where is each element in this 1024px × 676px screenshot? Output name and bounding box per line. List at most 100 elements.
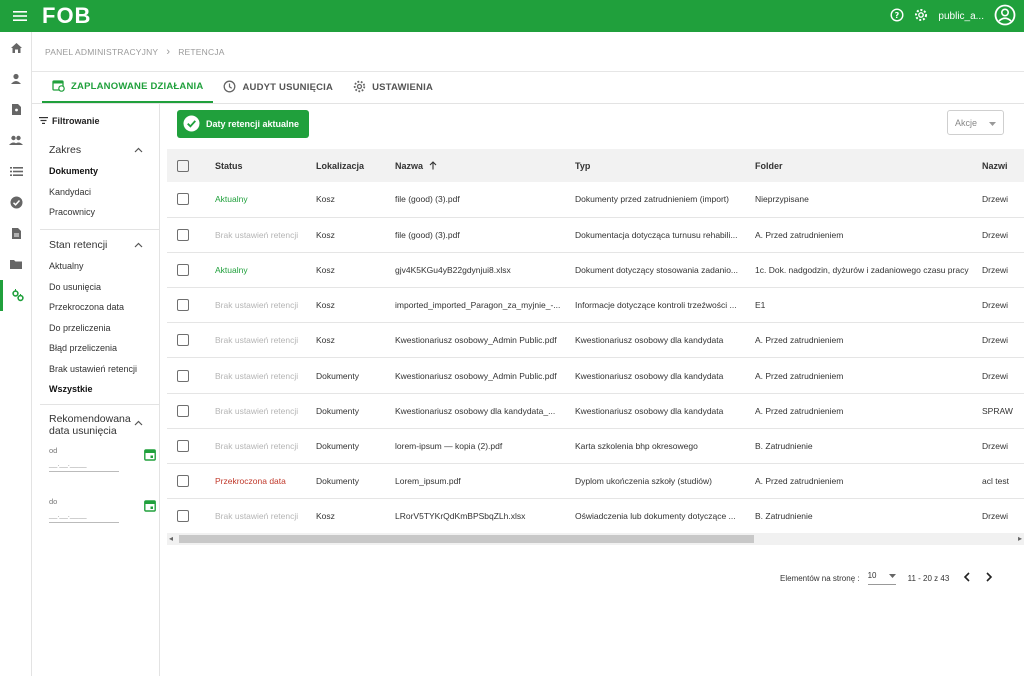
chevron-up-icon[interactable] (134, 144, 143, 156)
admin-settings-icon[interactable] (0, 280, 32, 311)
filter-scope-employees[interactable]: Pracownicy (32, 202, 159, 223)
row-checkbox-cell[interactable] (167, 217, 215, 252)
row-checkbox[interactable] (177, 475, 189, 488)
date-from-input[interactable]: __.__.____ (49, 459, 119, 472)
row-checkbox[interactable] (177, 369, 189, 382)
column-header-status[interactable]: Status (215, 149, 316, 182)
menu-icon[interactable] (0, 0, 40, 32)
filter-section-header[interactable]: Zakres (32, 139, 159, 161)
date-to-field[interactable]: do __.__.____ (49, 497, 156, 523)
column-header-surname[interactable]: Nazwi (982, 149, 1024, 182)
row-checkbox[interactable] (177, 193, 189, 206)
folder-icon[interactable] (0, 249, 32, 280)
date-from-field[interactable]: od __.__.____ (49, 446, 156, 472)
cell-status: Aktualny (215, 264, 248, 275)
row-checkbox-cell[interactable] (167, 464, 215, 499)
people-icon[interactable] (0, 125, 32, 156)
previous-page-icon[interactable] (963, 572, 971, 584)
row-checkbox[interactable] (177, 228, 189, 241)
table-row[interactable]: Brak ustawień retencji Kosz imported_impor… (167, 288, 1024, 323)
home-icon[interactable] (0, 32, 32, 63)
scroll-left-icon[interactable]: ◂ (169, 533, 173, 545)
list-icon[interactable] (0, 156, 32, 187)
table-row[interactable]: Aktualny Kosz gjv4K5KGu4yB22gdynjui8.xlsx D… (167, 252, 1024, 288)
row-checkbox[interactable] (177, 299, 189, 312)
filter-retention-to-recalculate[interactable]: Do przeliczenia (32, 318, 159, 339)
column-header-location[interactable]: Lokalizacja (316, 149, 395, 182)
tab-scheduled-actions[interactable]: ZAPLANOWANE DZIAŁANIA (42, 72, 214, 103)
row-checkbox[interactable] (177, 404, 189, 417)
date-to-input[interactable]: __.__.____ (49, 510, 119, 523)
row-checkbox-cell[interactable] (167, 393, 215, 428)
tab-deletion-audit[interactable]: AUDYT USUNIĘCIA (213, 72, 343, 103)
person-icon[interactable] (0, 63, 32, 94)
filter-scope-documents[interactable]: Dokumenty (32, 161, 159, 182)
row-checkbox-cell[interactable] (167, 499, 215, 534)
filter-title: Filtrowanie (39, 116, 100, 126)
row-checkbox-cell[interactable] (167, 288, 215, 323)
row-checkbox[interactable] (177, 263, 189, 276)
filter-retention-overdue[interactable]: Przekroczona data (32, 297, 159, 318)
cell-type: Informacje dotyczące kontroli trzeźwości… (575, 300, 737, 311)
description-icon[interactable] (0, 218, 32, 249)
table-row[interactable]: Brak ustawień retencji Kosz Kwestionariusz… (167, 323, 1024, 358)
chevron-up-icon[interactable] (134, 417, 143, 429)
table-row[interactable]: Aktualny Kosz file (good) (3).pdf Dokumenty… (167, 182, 1024, 218)
row-checkbox-cell[interactable] (167, 252, 215, 287)
side-nav (0, 32, 32, 676)
column-header-name[interactable]: Nazwa (395, 149, 575, 182)
filter-retention-all[interactable]: Wszystkie (32, 379, 159, 400)
document-person-icon[interactable] (0, 94, 32, 125)
filter-section-header[interactable]: Stan retencji (32, 234, 159, 256)
tab-settings[interactable]: USTAWIENIA (343, 72, 443, 103)
filter-retention-recalc-error[interactable]: Błąd przeliczenia (32, 338, 159, 359)
filter-retention-no-settings[interactable]: Brak ustawień retencji (32, 359, 159, 380)
scrollbar-thumb[interactable] (179, 535, 754, 543)
calendar-icon[interactable] (144, 448, 156, 463)
calendar-icon[interactable] (144, 499, 156, 514)
table-row[interactable]: Brak ustawień retencji Kosz file (good) (3… (167, 217, 1024, 253)
cell-location: Kosz (316, 264, 335, 275)
actions-dropdown[interactable]: Akcje (947, 110, 1004, 135)
username[interactable]: public_a... (938, 11, 984, 22)
row-checkbox-cell[interactable] (167, 358, 215, 393)
breadcrumb-admin-panel[interactable]: PANEL ADMINISTRACYJNY (45, 47, 158, 57)
row-checkbox[interactable] (177, 439, 189, 452)
check-circle-icon[interactable] (0, 187, 32, 218)
table-row[interactable]: Brak ustawień retencji Kosz LRorV5TYKrQdKm… (167, 499, 1024, 534)
account-icon[interactable] (994, 4, 1016, 29)
next-page-icon[interactable] (985, 572, 993, 584)
select-all-checkbox-cell[interactable] (167, 149, 215, 182)
filter-section-scope: Zakres Dokumenty Kandydaci Pracownicy (32, 139, 159, 223)
row-checkbox-cell[interactable] (167, 182, 215, 217)
table-row[interactable]: Brak ustawień retencji Dokumenty lorem-ips… (167, 428, 1024, 464)
select-all-checkbox[interactable] (177, 159, 189, 172)
row-checkbox[interactable] (177, 510, 189, 523)
settings-icon[interactable] (914, 8, 928, 25)
horizontal-scrollbar[interactable]: ◂ ▸ (167, 533, 1024, 545)
scroll-right-icon[interactable]: ▸ (1018, 533, 1022, 545)
help-icon[interactable]: ? (890, 7, 904, 25)
cell-name: LRorV5TYKrQdKmBPSbqZLh.xlsx (395, 511, 526, 522)
page-size-select[interactable]: 10 (867, 571, 896, 585)
column-header-type[interactable]: Typ (575, 149, 755, 182)
column-header-folder[interactable]: Folder (755, 149, 982, 182)
row-checkbox-cell[interactable] (167, 323, 215, 358)
cell-folder: B. Zatrudnienie (755, 511, 813, 522)
row-checkbox[interactable] (177, 334, 189, 347)
app-logo[interactable]: FOB (42, 3, 91, 29)
cell-type: Oświadczenia lub dokumenty dotyczące ... (575, 511, 736, 522)
filter-retention-current[interactable]: Aktualny (32, 256, 159, 277)
table-row[interactable]: Brak ustawień retencji Dokumenty Kwestiona… (167, 393, 1024, 429)
cell-name: Lorem_ipsum.pdf (395, 476, 461, 487)
cell-surname: Drzewi (982, 229, 1008, 240)
filter-retention-to-delete[interactable]: Do usunięcia (32, 277, 159, 298)
filter-scope-candidates[interactable]: Kandydaci (32, 182, 159, 203)
retention-status-button[interactable]: Daty retencji aktualne (177, 110, 310, 138)
filter-section-header[interactable]: Rekomendowana data usunięcia (32, 410, 159, 438)
row-checkbox-cell[interactable] (167, 428, 215, 463)
table-row[interactable]: Brak ustawień retencji Dokumenty Kwestiona… (167, 358, 1024, 394)
chevron-up-icon[interactable] (134, 239, 143, 251)
breadcrumb-retention[interactable]: RETENCJA (178, 47, 224, 57)
table-row[interactable]: Przekroczona data Dokumenty Lorem_ipsum.pd… (167, 464, 1024, 499)
